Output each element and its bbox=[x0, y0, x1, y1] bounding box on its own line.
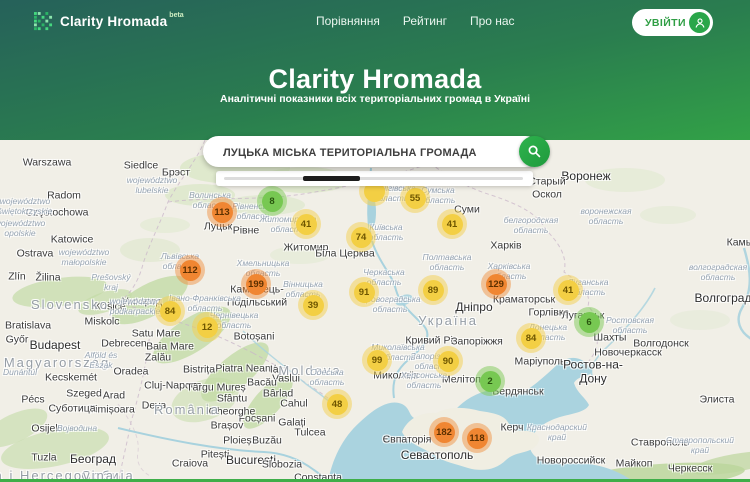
map-cluster-marker[interactable]: 84 bbox=[516, 323, 546, 353]
search-input[interactable] bbox=[221, 136, 495, 169]
nav-item-about[interactable]: Про нас bbox=[470, 14, 515, 28]
search-button[interactable] bbox=[519, 136, 550, 167]
clarity-hromada-page: WarszawaSiedlceБрэстRadomCzęstochowaKato… bbox=[0, 0, 750, 482]
map-cluster-marker[interactable]: 12 bbox=[192, 312, 222, 342]
login-label: УВІЙТИ bbox=[645, 17, 689, 29]
map-cluster-marker[interactable]: 6 bbox=[574, 307, 604, 337]
map-cluster-marker[interactable]: 89 bbox=[418, 275, 448, 305]
map-cluster-marker[interactable]: 99 bbox=[362, 345, 392, 375]
page-subtitle: Аналітичні показники всіх територіальних… bbox=[0, 93, 750, 105]
map-cluster-marker[interactable]: 118 bbox=[462, 423, 492, 453]
map-cluster-marker[interactable]: 84 bbox=[155, 296, 185, 326]
suggestion-loading-track bbox=[224, 177, 523, 180]
map-cluster-marker[interactable]: 182 bbox=[429, 417, 459, 447]
map-cluster-marker[interactable]: 199 bbox=[241, 269, 271, 299]
pixel-grid-icon bbox=[34, 12, 53, 33]
nav-item-rating[interactable]: Рейтинг bbox=[403, 14, 447, 28]
map-cluster-marker[interactable]: 2 bbox=[475, 366, 505, 396]
header: Clarity Hromada beta Порівняння Рейтинг Пр… bbox=[0, 0, 750, 44]
map-cluster-marker[interactable]: 129 bbox=[481, 269, 511, 299]
page-title: Clarity Hromada bbox=[0, 64, 750, 95]
nav-item-comparison[interactable]: Порівняння bbox=[316, 14, 380, 28]
search-suggestion-dropdown[interactable] bbox=[216, 171, 533, 186]
map-cluster-marker[interactable]: 39 bbox=[298, 290, 328, 320]
suggestion-loading-bar bbox=[303, 176, 360, 181]
map-cluster-marker[interactable]: 55 bbox=[400, 183, 430, 213]
map-cluster-marker[interactable]: 8 bbox=[257, 186, 287, 216]
main-nav: Порівняння Рейтинг Про нас bbox=[316, 14, 515, 28]
map-cluster-marker[interactable]: 41 bbox=[553, 275, 583, 305]
map-cluster-marker[interactable]: 91 bbox=[349, 277, 379, 307]
brand-title: Clarity Hromada bbox=[60, 11, 167, 32]
map-cluster-marker[interactable]: 74 bbox=[346, 222, 376, 252]
map-cluster-marker[interactable]: 41 bbox=[291, 209, 321, 239]
map-cluster-marker[interactable]: 41 bbox=[437, 209, 467, 239]
hero-section: Clarity Hromada beta Порівняння Рейтинг Пр… bbox=[0, 0, 750, 140]
map-cluster-marker[interactable]: 48 bbox=[322, 389, 352, 419]
map-cluster-marker[interactable]: 90 bbox=[433, 346, 463, 376]
beta-badge: beta bbox=[169, 11, 183, 21]
map-cluster-marker[interactable]: 112 bbox=[175, 255, 205, 285]
user-icon bbox=[689, 12, 710, 33]
login-button[interactable]: УВІЙТИ bbox=[632, 9, 713, 36]
brand-logo[interactable]: Clarity Hromada beta bbox=[34, 11, 184, 33]
search-bar bbox=[203, 136, 541, 167]
map-cluster-marker[interactable]: 113 bbox=[207, 197, 237, 227]
magnifier-icon bbox=[526, 143, 543, 160]
